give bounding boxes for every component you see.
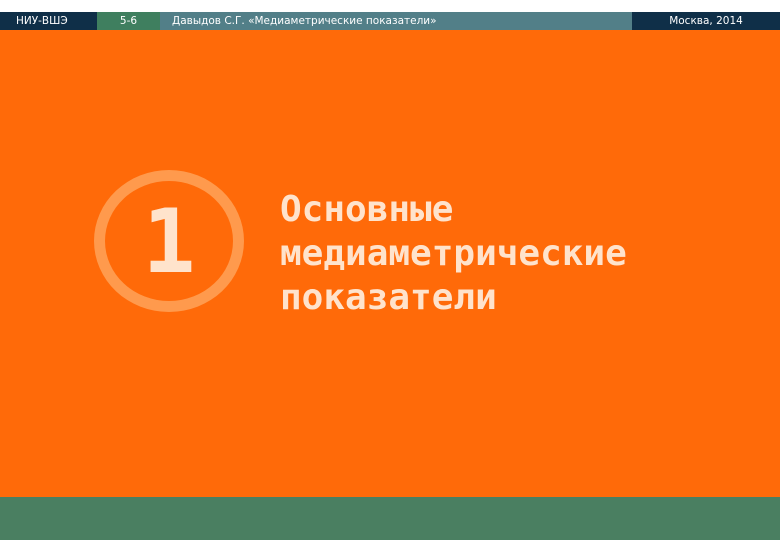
section-title: Основные медиаметрические показатели xyxy=(280,188,770,320)
section-number: 1 xyxy=(142,189,196,293)
section-title-line: Основные xyxy=(280,189,454,230)
slide: НИУ-ВШЭ 5-6 Давыдов С.Г. «Медиаметрическ… xyxy=(0,0,780,540)
header-place-date: Москва, 2014 xyxy=(632,12,780,30)
section-title-line: медиаметрические xyxy=(280,233,627,274)
section-title-line: показатели xyxy=(280,277,497,318)
header-title: Давыдов С.Г. «Медиаметрические показател… xyxy=(160,12,632,30)
header-slide-number: 5-6 xyxy=(97,12,160,30)
footer-band xyxy=(0,497,780,540)
header-org: НИУ-ВШЭ xyxy=(0,12,97,30)
header-bar: НИУ-ВШЭ 5-6 Давыдов С.Г. «Медиаметрическ… xyxy=(0,12,780,30)
